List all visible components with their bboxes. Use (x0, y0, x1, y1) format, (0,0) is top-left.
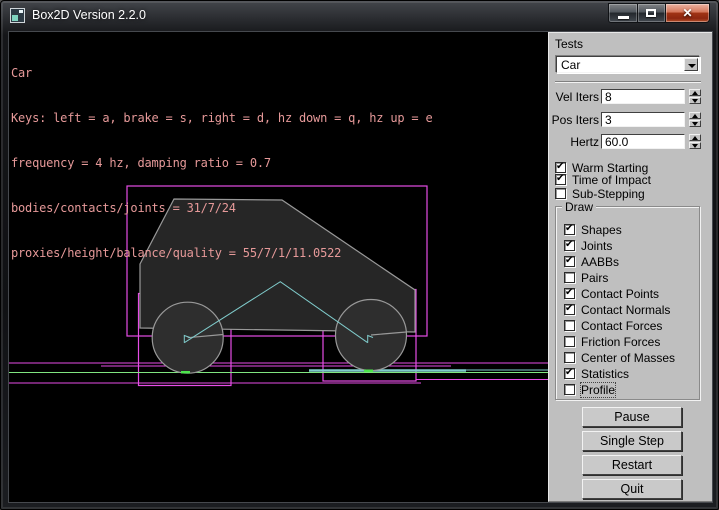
maximize-button[interactable] (638, 3, 666, 23)
checkbox-icon (564, 320, 575, 331)
aabbs-label: AABBs (581, 255, 619, 269)
single-step-button[interactable]: Single Step (582, 431, 682, 451)
draw-group-title: Draw (562, 200, 596, 214)
arrow-up-icon (692, 114, 698, 118)
checkbox-icon (564, 304, 575, 315)
center-of-masses-label: Center of Masses (581, 351, 675, 365)
control-panel: Tests Car Vel Iters 8 Pos Iters 3 (548, 32, 712, 502)
caption-buttons: ✕ (608, 3, 710, 23)
debug-info-text: Car Keys: left = a, brake = s, right = d… (11, 36, 432, 291)
keys-help-line: Keys: left = a, brake = s, right = d, hz… (11, 111, 432, 126)
vel-iters-label: Vel Iters (549, 90, 599, 104)
arrow-up-icon (692, 136, 698, 140)
arrow-down-icon (692, 144, 698, 148)
tests-dropdown-value: Car (561, 58, 580, 72)
checkbox-icon (564, 368, 575, 379)
checkbox-icon (564, 288, 575, 299)
spinner-down-button[interactable] (689, 120, 701, 127)
checkbox-icon (555, 174, 566, 185)
checkbox-icon (555, 188, 566, 199)
hertz-row: Hertz 60.0 (549, 134, 713, 149)
minimize-button[interactable] (608, 3, 638, 23)
pos-iters-spinner (689, 112, 701, 127)
app-icon[interactable] (10, 8, 25, 23)
hertz-value: 60.0 (605, 135, 628, 149)
contact-points-label: Contact Points (581, 287, 659, 301)
statistics-label: Statistics (581, 367, 629, 381)
friction-forces-label: Friction Forces (581, 335, 660, 349)
hertz-spinner (689, 134, 701, 149)
app-icon-accent (12, 15, 18, 21)
tests-dropdown-button[interactable] (684, 58, 698, 71)
arrow-up-icon (692, 91, 698, 95)
pause-button[interactable]: Pause (582, 407, 682, 427)
vel-iters-row: Vel Iters 8 (549, 89, 713, 104)
restart-button[interactable]: Restart (582, 455, 682, 475)
close-icon: ✕ (666, 6, 709, 20)
pos-iters-input[interactable]: 3 (601, 112, 685, 127)
quit-button[interactable]: Quit (582, 479, 682, 499)
profile-label: Profile (581, 383, 615, 397)
separator (555, 81, 701, 83)
close-button[interactable]: ✕ (666, 3, 710, 23)
contact-normals-label: Contact Normals (581, 303, 670, 317)
client-area: Car Keys: left = a, brake = s, right = d… (9, 32, 712, 502)
arrow-down-icon (692, 99, 698, 103)
chevron-down-icon (688, 64, 696, 68)
app-window: Box2D Version 2.2.0 ✕ (0, 0, 719, 510)
test-name-line: Car (11, 66, 432, 81)
pos-iters-label: Pos Iters (549, 113, 599, 127)
hertz-label: Hertz (549, 135, 599, 149)
maximize-icon (646, 9, 656, 17)
time-of-impact-label: Time of Impact (572, 173, 651, 187)
vel-iters-value: 8 (605, 90, 612, 104)
spinner-down-button[interactable] (689, 97, 701, 104)
checkbox-icon (555, 162, 566, 173)
hertz-input[interactable]: 60.0 (601, 134, 685, 149)
right-contact-point (364, 370, 373, 373)
tests-dropdown[interactable]: Car (556, 56, 700, 73)
pos-iters-value: 3 (605, 113, 612, 127)
checkbox-icon (564, 384, 575, 395)
simulation-canvas[interactable]: Car Keys: left = a, brake = s, right = d… (9, 32, 548, 502)
minimize-icon (618, 16, 629, 19)
window-title: Box2D Version 2.2.0 (32, 8, 146, 22)
checkbox-icon (564, 224, 575, 235)
frequency-line: frequency = 4 hz, damping ratio = 0.7 (11, 156, 432, 171)
app-icon-highlight (19, 10, 23, 13)
arrow-down-icon (692, 122, 698, 126)
checkbox-icon (564, 336, 575, 347)
checkbox-icon (564, 352, 575, 363)
shapes-label: Shapes (581, 223, 622, 237)
checkbox-icon (564, 256, 575, 267)
vel-iters-spinner (689, 89, 701, 104)
proxies-stats-line: proxies/height/balance/quality = 55/7/1/… (11, 246, 432, 261)
spinner-up-button[interactable] (689, 89, 701, 96)
sub-stepping-label: Sub-Stepping (572, 187, 645, 201)
title-bar[interactable]: Box2D Version 2.2.0 ✕ (1, 1, 719, 32)
tests-label: Tests (555, 37, 583, 51)
bodies-stats-line: bodies/contacts/joints = 31/7/24 (11, 201, 432, 216)
vel-iters-input[interactable]: 8 (601, 89, 685, 104)
left-contact-point (181, 371, 190, 374)
spinner-up-button[interactable] (689, 112, 701, 119)
checkbox-icon (564, 272, 575, 283)
joints-label: Joints (581, 239, 612, 253)
pairs-label: Pairs (581, 271, 608, 285)
spinner-down-button[interactable] (689, 142, 701, 149)
pos-iters-row: Pos Iters 3 (549, 112, 713, 127)
spinner-up-button[interactable] (689, 134, 701, 141)
checkbox-icon (564, 240, 575, 251)
contact-forces-label: Contact Forces (581, 319, 662, 333)
